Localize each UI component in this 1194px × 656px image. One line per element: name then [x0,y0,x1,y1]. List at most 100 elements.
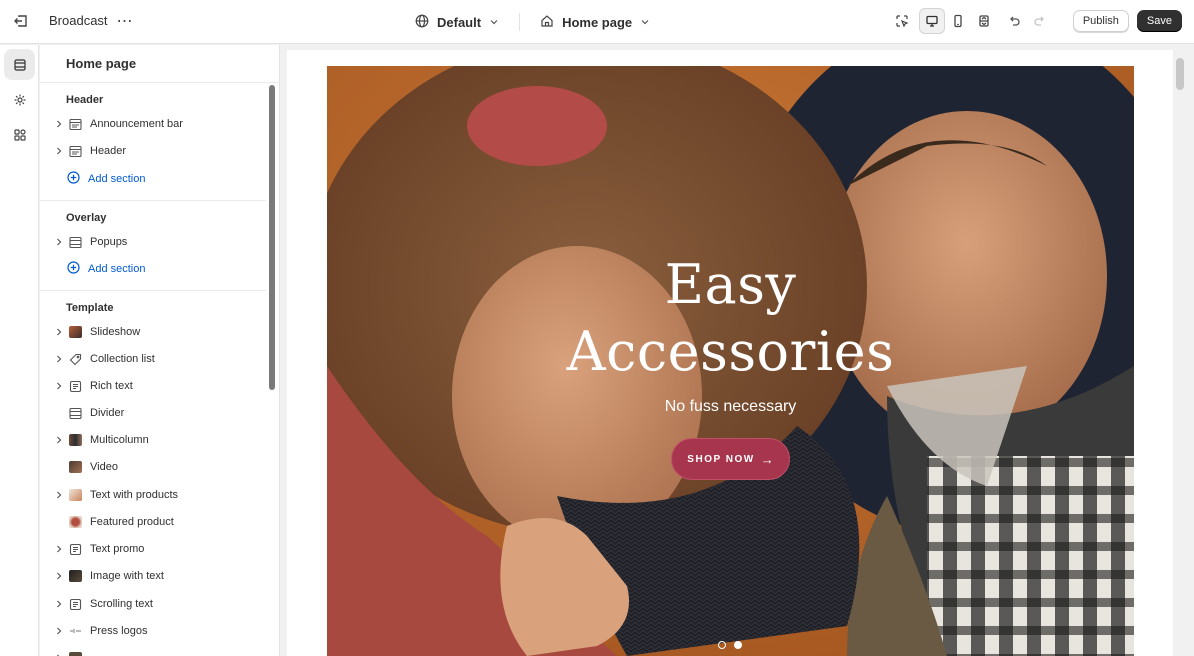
overlay-group-label: Overlay [66,212,107,224]
tag-icon [68,352,82,366]
more-actions-icon[interactable]: ⋯ [114,10,136,32]
image-thumbnail-icon [68,488,82,502]
chevron-right-icon[interactable] [52,545,66,553]
section-item-label: Text with products [90,489,179,501]
section-item-rich-text[interactable]: Rich text [52,374,264,398]
layout-section-icon [68,235,82,249]
plus-circle-icon [67,171,80,187]
image-thumbnail-icon [68,651,82,656]
section-item-partial[interactable] [52,646,264,656]
section-item-announcement-bar[interactable]: Announcement bar [52,112,264,136]
image-thumbnail-icon [68,460,82,474]
section-item-label: Slideshow [90,326,141,338]
desktop-view-icon[interactable] [918,8,945,34]
topbar-divider [519,13,521,31]
section-item-label: Rich text [90,380,133,392]
mobile-view-icon[interactable] [945,8,971,34]
undo-icon[interactable] [1001,8,1027,34]
header-group-label: Header [66,94,104,106]
chevron-right-icon[interactable] [52,600,66,608]
page-selector[interactable]: Home page [540,14,650,31]
preview-scrollbar[interactable] [1176,58,1184,90]
image-thumbnail-icon [68,433,82,447]
chevron-right-icon[interactable] [52,238,66,246]
section-item-label: Scrolling text [90,598,153,610]
page-selector-label: Home page [562,14,633,30]
divider [40,82,279,83]
chevron-right-icon[interactable] [52,120,66,128]
panel-scrollbar[interactable] [269,85,275,390]
section-item-label: Video [90,461,118,473]
add-section-label: Add section [88,173,146,185]
app-blocks-icon[interactable] [4,119,35,150]
inspector-icon[interactable] [889,8,915,34]
shop-now-label: SHOP NOW [687,453,755,465]
section-item-image-with-text[interactable]: Image with text [52,564,264,588]
section-item-slideshow[interactable]: Slideshow [52,320,264,344]
hero-slideshow[interactable]: Easy Accessories No fuss necessary SHOP … [327,66,1134,656]
editor-topbar: Broadcast ⋯ Default Home page Publish Sa… [0,0,1194,44]
section-item-label: Image with text [90,570,164,582]
globe-icon [415,14,429,31]
section-item-label: Divider [90,407,125,419]
section-item-label: Featured product [90,516,174,528]
chevron-right-icon[interactable] [52,147,66,155]
chevron-right-icon[interactable] [52,328,66,336]
topbar-selectors: Default Home page [415,11,650,33]
section-item-featured-product[interactable]: Featured product [52,510,264,534]
exit-icon[interactable] [11,11,31,31]
section-item-press-logos[interactable]: Press logos [52,619,264,643]
text-block-icon [68,542,82,556]
slide-indicators [718,641,742,649]
section-item-label: Press logos [90,625,148,637]
section-item-collection-list[interactable]: Collection list [52,347,264,371]
theme-name[interactable]: Broadcast [49,13,108,28]
page-title: Home page [66,56,137,71]
layout-header-icon [68,144,82,158]
settings-gear-icon[interactable] [4,84,35,115]
section-item-scrolling-text[interactable]: Scrolling text [52,592,264,616]
full-width-view-icon[interactable] [971,8,997,34]
section-item-popups[interactable]: Popups [52,230,264,254]
section-item-label: Collection list [90,353,155,365]
chevron-right-icon[interactable] [52,382,66,390]
redo-icon[interactable] [1027,8,1053,34]
hero-title-line2: Accessories [566,320,895,383]
sections-panel: Home page Header Announcement bar Header… [40,45,280,656]
publish-button[interactable]: Publish [1072,10,1129,32]
add-section-button[interactable]: Add section [67,167,227,191]
section-item-video[interactable]: Video [52,455,264,479]
chevron-right-icon[interactable] [52,572,66,580]
text-block-icon [68,597,82,611]
section-item-text-with-products[interactable]: Text with products [52,483,264,507]
section-item-label: Text promo [90,543,145,555]
section-item-text-promo[interactable]: Text promo [52,537,264,561]
logos-thumbnail-icon [68,624,82,638]
chevron-right-icon[interactable] [52,355,66,363]
add-section-label: Add section [88,263,146,275]
view-selector-label: Default [437,14,482,30]
image-thumbnail-icon [68,515,82,529]
view-selector[interactable]: Default [415,14,499,31]
chevron-right-icon[interactable] [52,436,66,444]
section-item-multicolumn[interactable]: Multicolumn [52,428,264,452]
hero-title-line1: Easy [664,253,797,316]
sections-icon[interactable] [4,49,35,80]
section-item-divider[interactable]: Divider [52,401,264,425]
slide-dot-active[interactable] [734,641,742,649]
save-button[interactable]: Save [1136,10,1182,32]
shop-now-button[interactable]: SHOP NOW → [671,438,790,480]
arrow-right-icon: → [760,451,774,467]
section-item-header[interactable]: Header [52,139,264,163]
add-section-button[interactable]: Add section [67,257,227,281]
chevron-right-icon[interactable] [52,627,66,635]
layout-header-icon [68,117,82,131]
layout-section-icon [68,406,82,420]
slide-dot[interactable] [718,641,726,649]
topbar-actions: Publish Save [889,8,1182,34]
hero-subtitle: No fuss necessary [664,398,797,415]
chevron-right-icon[interactable] [52,491,66,499]
divider [40,200,266,201]
plus-circle-icon [67,261,80,277]
side-rail [0,45,39,656]
